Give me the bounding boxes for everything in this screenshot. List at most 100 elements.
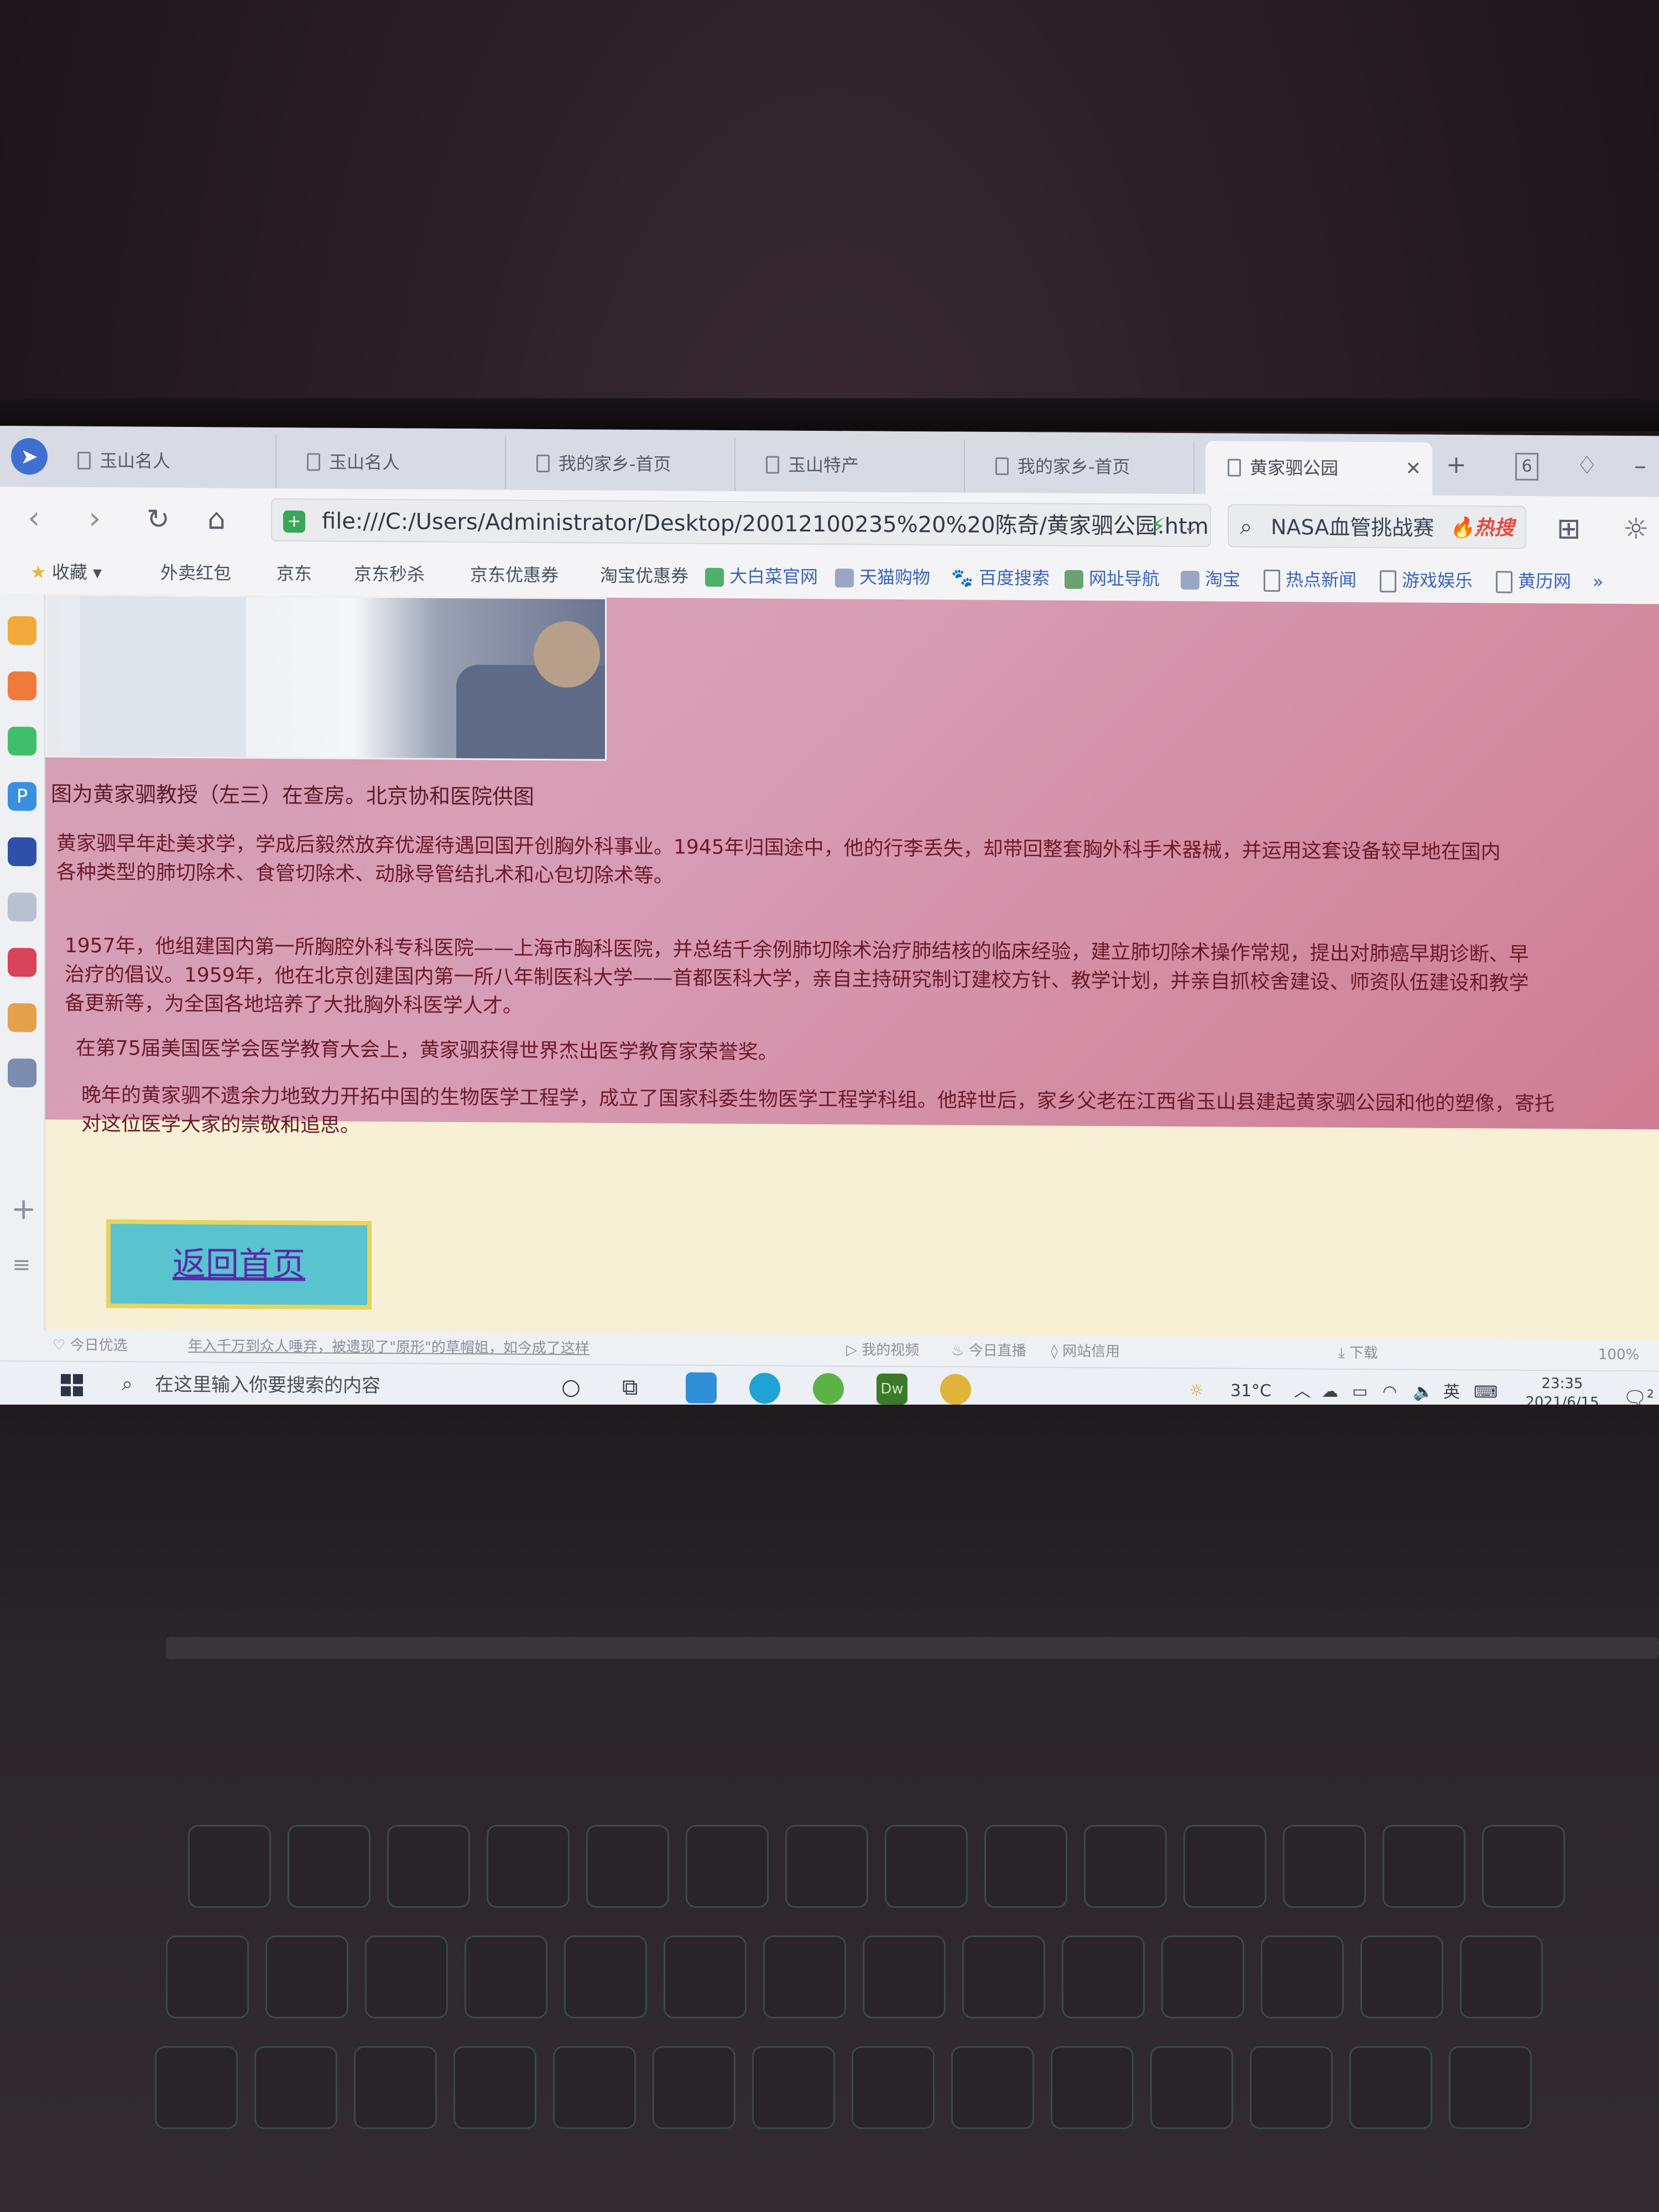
keyboard-key bbox=[785, 1825, 868, 1908]
keyboard-key bbox=[166, 1936, 249, 2018]
sidebar-game-icon[interactable] bbox=[8, 1003, 36, 1032]
edge-browser-icon[interactable] bbox=[749, 1373, 780, 1404]
keyboard-key bbox=[288, 1825, 371, 1908]
search-box[interactable]: ⌕ NASA血管挑战赛 🔥热搜 bbox=[1228, 504, 1526, 549]
sidebar-mail-icon[interactable] bbox=[8, 727, 36, 756]
home-icon[interactable]: ⌂ bbox=[207, 501, 226, 538]
task-view-icon[interactable]: ⧉ bbox=[622, 1365, 638, 1410]
page-icon bbox=[77, 451, 91, 470]
bookmarks-more-button[interactable]: » bbox=[1593, 560, 1604, 604]
bookmark-dabaicai[interactable]: 大白菜官网 bbox=[705, 554, 818, 599]
keyboard-key bbox=[1482, 1825, 1565, 1908]
live-today-link[interactable]: ♨ 今日直播 bbox=[951, 1335, 1026, 1367]
my-videos-link[interactable]: ▷ 我的视频 bbox=[846, 1334, 919, 1366]
page-icon bbox=[1380, 570, 1396, 593]
chevron-down-icon[interactable]: ⌄ bbox=[1183, 505, 1199, 547]
keyboard-key bbox=[653, 2046, 735, 2129]
windows-start-icon[interactable] bbox=[61, 1374, 83, 1396]
mail-app-icon[interactable] bbox=[686, 1372, 717, 1404]
bookmark-jd[interactable]: 京东 bbox=[276, 551, 312, 596]
browser-logo-icon[interactable]: ➤ bbox=[11, 438, 48, 475]
keyboard-key bbox=[188, 1825, 271, 1908]
tab-label: 玉山名人 bbox=[100, 450, 171, 472]
dreamweaver-icon[interactable]: Dw bbox=[877, 1373, 907, 1405]
bookmark-taobao[interactable]: 淘宝 bbox=[1181, 557, 1240, 602]
zoom-level[interactable]: 100% bbox=[1598, 1339, 1639, 1370]
downloads-link[interactable]: ⤓ 下载 bbox=[1338, 1338, 1378, 1369]
sidebar-news-icon[interactable] bbox=[8, 837, 36, 867]
bookmark-takeout[interactable]: 外卖红包 bbox=[160, 551, 231, 596]
sidebar-window-icon[interactable] bbox=[8, 893, 36, 922]
back-arrow-icon[interactable]: ‹ bbox=[28, 500, 40, 536]
address-bar[interactable]: + file:///C:/Users/Administrator/Desktop… bbox=[271, 498, 1211, 547]
shirt-skin-icon[interactable]: ♢ bbox=[1576, 447, 1598, 484]
close-icon[interactable]: ✕ bbox=[1406, 442, 1422, 495]
paragraph-line: 在第75届美国医学会医学教育大会上，黄家驷获得世界杰出医学教育家荣誉奖。 bbox=[76, 1036, 778, 1064]
bookmark-jd-coupon[interactable]: 京东优惠券 bbox=[470, 552, 559, 597]
sidebar-app-icon[interactable] bbox=[8, 616, 36, 645]
keyboard-key bbox=[586, 1825, 669, 1908]
today-picks-link[interactable]: ♡ 今日优选 bbox=[53, 1330, 128, 1361]
search-icon: ⌕ bbox=[122, 1373, 133, 1396]
site-credit-link[interactable]: ◊ 网站信用 bbox=[1051, 1336, 1120, 1368]
taskbar-search-input[interactable]: 在这里输入你要搜索的内容 bbox=[155, 1363, 380, 1408]
laptop-screen: ➤ 玉山名人 玉山名人 我的家乡-首页 玉山特产 我的家乡-首页 黄家驷公园 ✕ … bbox=[0, 426, 1659, 1415]
menu-list-icon[interactable]: ≡ bbox=[12, 1252, 31, 1277]
page-icon bbox=[995, 457, 1009, 476]
status-label: 我的视频 bbox=[862, 1342, 920, 1359]
navigation-toolbar: ‹ › ↻ ⌂ + file:///C:/Users/Administrator… bbox=[0, 487, 1659, 560]
keyboard-key bbox=[1360, 1936, 1443, 2018]
tab-yushan-celebrities-2[interactable]: 玉山名人 bbox=[285, 435, 506, 490]
add-icon[interactable]: + bbox=[11, 1191, 36, 1226]
hot-search-label[interactable]: 🔥热搜 bbox=[1449, 507, 1514, 550]
bookmark-almanac[interactable]: 黄历网 bbox=[1496, 559, 1571, 604]
minimize-icon[interactable]: – bbox=[1634, 448, 1646, 484]
keyboard-key bbox=[1250, 2046, 1333, 2129]
keyboard-key bbox=[1084, 1825, 1167, 1908]
keyboard-key bbox=[1449, 2046, 1532, 2129]
cortana-circle-icon[interactable]: ○ bbox=[561, 1365, 581, 1409]
laptop-hinge bbox=[166, 1637, 1659, 1659]
star-icon: ★ bbox=[30, 561, 46, 583]
bookmark-tmall[interactable]: 天猫购物 bbox=[835, 555, 930, 599]
browser-sidebar: P + ≡ bbox=[0, 594, 45, 1330]
page-icon bbox=[1228, 458, 1241, 477]
bookmark-games[interactable]: 游戏娱乐 bbox=[1380, 558, 1473, 603]
tab-huang-jiasi-park[interactable]: 黄家驷公园 ✕ bbox=[1206, 441, 1432, 495]
bookmark-label: 游戏娱乐 bbox=[1402, 570, 1473, 592]
apps-grid-icon[interactable]: ⊞ bbox=[1557, 510, 1581, 547]
status-label: 网站信用 bbox=[1062, 1343, 1120, 1360]
bookmark-taobao-coupon[interactable]: 淘宝优惠券 bbox=[600, 554, 688, 598]
bookmark-jd-seckill[interactable]: 京东秒杀 bbox=[354, 552, 425, 597]
sidebar-redbook-icon[interactable] bbox=[8, 948, 36, 977]
paragraph: 黄家驷早年赴美求学，学成后毅然放弃优渥待遇回国开创胸外科事业。1945年归国途中… bbox=[56, 830, 1501, 896]
keyboard-key bbox=[365, 1936, 448, 2018]
browser-app-icon[interactable] bbox=[940, 1374, 971, 1405]
sidebar-p-icon[interactable]: P bbox=[8, 782, 36, 811]
sidebar-video-icon[interactable] bbox=[8, 1058, 36, 1088]
back-to-home-button[interactable]: 返回首页 bbox=[106, 1219, 372, 1310]
bookmark-favorites[interactable]: ★ 收藏 ▾ bbox=[30, 550, 102, 594]
ward-round-photo bbox=[45, 594, 607, 761]
keyboard-key bbox=[885, 1825, 968, 1908]
settings-sun-icon[interactable]: ☼ bbox=[1623, 511, 1649, 547]
bookmark-baidu[interactable]: 🐾 百度搜索 bbox=[951, 556, 1050, 601]
tab-yushan-celebrities-1[interactable]: 玉山名人 bbox=[55, 434, 276, 489]
laptop-keyboard-deck bbox=[0, 1405, 1659, 2212]
bookmark-nav[interactable]: 网址导航 bbox=[1065, 556, 1160, 601]
refresh-icon[interactable]: ↻ bbox=[147, 501, 170, 538]
new-tab-plus-icon[interactable]: + bbox=[1446, 447, 1467, 483]
ie-browser-icon[interactable] bbox=[813, 1373, 844, 1405]
tab-hometown-home-1[interactable]: 我的家乡-首页 bbox=[514, 436, 735, 492]
url-text: file:///C:/Users/Administrator/Desktop/2… bbox=[322, 508, 1211, 540]
lightning-icon[interactable]: ⚡ bbox=[1150, 505, 1166, 547]
bookmark-hot-news[interactable]: 热点新闻 bbox=[1264, 557, 1357, 602]
hot-search-text: 热搜 bbox=[1474, 517, 1514, 540]
tab-hometown-home-2[interactable]: 我的家乡-首页 bbox=[973, 439, 1194, 494]
keyboard-key bbox=[487, 1825, 570, 1908]
tab-yushan-specialties[interactable]: 玉山特产 bbox=[744, 438, 965, 493]
tab-count-badge[interactable]: 6 bbox=[1515, 452, 1538, 481]
sidebar-weibo-icon[interactable] bbox=[8, 671, 36, 701]
news-ticker-link[interactable]: 年入千万到众人唾弃，被遗现了"原形"的草帽姐，如今成了这样 bbox=[188, 1331, 589, 1364]
forward-arrow-icon[interactable]: › bbox=[88, 500, 101, 537]
